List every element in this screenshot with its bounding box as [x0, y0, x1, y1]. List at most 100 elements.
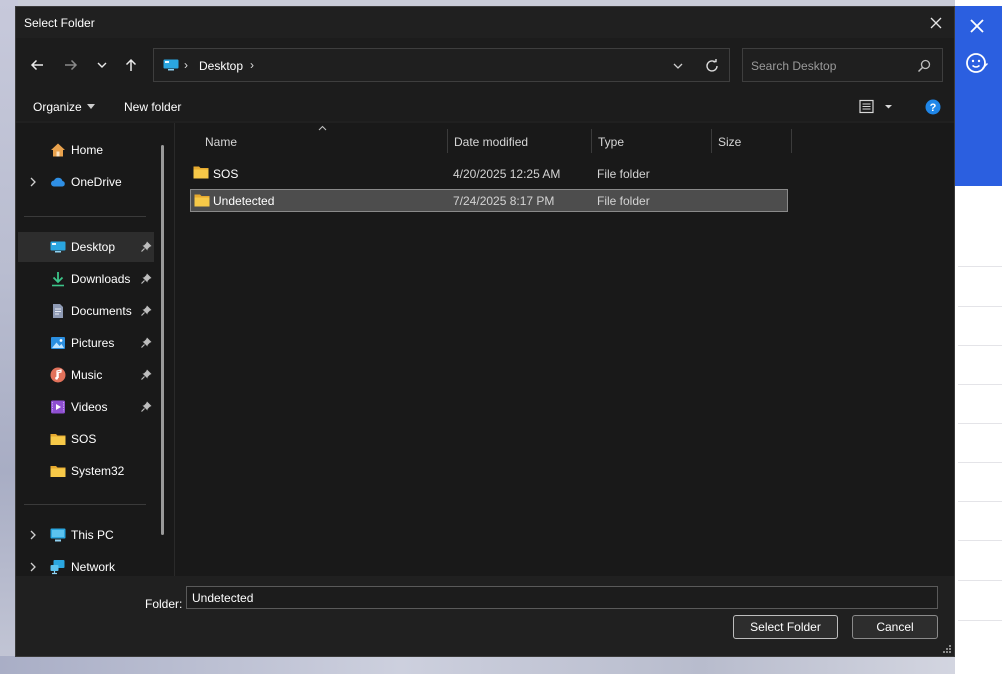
select-folder-button[interactable]: Select Folder	[733, 615, 838, 639]
sidebar-item-sos[interactable]: SOS	[18, 424, 154, 454]
sidebar-item-label: Home	[71, 143, 104, 157]
column-header-name[interactable]: Name	[175, 129, 447, 153]
sidebar-item-label: Pictures	[71, 336, 115, 350]
search-box[interactable]: Search Desktop	[742, 48, 943, 82]
organize-menu[interactable]: Organize	[33, 100, 95, 114]
divider	[958, 580, 1002, 581]
column-header-size[interactable]: Size	[712, 129, 791, 153]
sidebar-item-label: Documents	[71, 304, 132, 318]
navigation-pane: Home OneDrive Desktop Downloads Document…	[16, 123, 174, 576]
sidebar-item-documents[interactable]: Documents	[18, 296, 154, 326]
assistant-icon[interactable]	[965, 51, 989, 75]
pin-icon[interactable]	[141, 337, 152, 348]
close-button[interactable]	[924, 12, 948, 34]
file-date: 4/20/2025 12:25 AM	[453, 167, 561, 181]
command-bar: Organize New folder ?	[16, 93, 954, 121]
folder-icon	[193, 166, 209, 179]
recent-locations-button[interactable]	[90, 54, 114, 76]
video-icon	[51, 400, 65, 414]
divider	[958, 306, 1002, 307]
sidebar-item-this-pc[interactable]: This PC	[18, 520, 154, 550]
computer-icon	[50, 528, 66, 542]
close-icon	[930, 17, 942, 29]
chevron-down-icon[interactable]	[671, 59, 685, 73]
column-label-date: Date modified	[454, 135, 529, 149]
chevron-right-icon[interactable]	[28, 561, 38, 573]
arrow-up-icon	[125, 58, 137, 71]
pin-icon[interactable]	[141, 401, 152, 412]
home-icon	[51, 143, 65, 157]
new-folder-button[interactable]: New folder	[124, 100, 181, 114]
sidebar-item-label: System32	[71, 464, 125, 478]
folder-icon	[194, 194, 210, 207]
search-icon	[917, 59, 931, 73]
file-type: File folder	[597, 194, 650, 208]
pin-icon[interactable]	[141, 273, 152, 284]
dialog-title: Select Folder	[24, 16, 95, 30]
column-separator[interactable]	[791, 129, 792, 153]
sidebar-item-label: OneDrive	[71, 175, 122, 189]
organize-label: Organize	[33, 100, 82, 114]
sidebar-item-label: Downloads	[71, 272, 131, 286]
file-list: Name Date modified Type Size SOS 4/20/20…	[175, 123, 954, 576]
column-label-size: Size	[718, 135, 742, 149]
sidebar-item-label: SOS	[71, 432, 97, 446]
help-icon[interactable]: ?	[925, 99, 941, 115]
divider	[958, 345, 1002, 346]
chevron-right-icon[interactable]	[28, 176, 38, 188]
navigation-bar: › Desktop › Search Desktop	[16, 38, 954, 93]
forward-button[interactable]	[59, 54, 83, 76]
chevron-down-icon	[97, 62, 107, 68]
sidebar-divider	[24, 504, 146, 505]
sidebar-item-label: This PC	[71, 528, 114, 542]
file-date: 7/24/2025 8:17 PM	[453, 194, 555, 208]
close-icon[interactable]	[965, 14, 989, 38]
sidebar-item-label: Videos	[71, 400, 108, 414]
cloud-icon	[51, 177, 65, 187]
network-icon	[50, 560, 65, 575]
divider	[958, 462, 1002, 463]
resize-grip-icon[interactable]	[943, 645, 951, 653]
folder-name-input[interactable]	[186, 586, 938, 609]
back-button[interactable]	[25, 54, 49, 76]
sidebar-item-desktop[interactable]: Desktop	[18, 232, 154, 262]
folder-icon	[50, 466, 66, 477]
cancel-button[interactable]: Cancel	[852, 615, 938, 639]
sidebar-item-downloads[interactable]: Downloads	[18, 264, 154, 294]
sidebar-item-system32[interactable]: System32	[18, 456, 154, 486]
column-label-type: Type	[598, 135, 625, 149]
sidebar-item-label: Desktop	[71, 240, 116, 254]
breadcrumb-desktop[interactable]: Desktop	[199, 59, 243, 73]
desktop-wallpaper-bottom	[0, 656, 1002, 674]
picture-icon	[51, 337, 65, 349]
column-header-type[interactable]: Type	[592, 129, 711, 153]
up-button[interactable]	[119, 54, 143, 76]
sidebar-item-onedrive[interactable]: OneDrive	[18, 167, 154, 197]
address-bar[interactable]: › Desktop ›	[153, 48, 730, 82]
download-icon	[52, 272, 64, 287]
sidebar-item-videos[interactable]: Videos	[18, 392, 154, 422]
pin-icon[interactable]	[141, 305, 152, 316]
sidebar-item-pictures[interactable]: Pictures	[18, 328, 154, 358]
view-options-button[interactable]	[858, 99, 898, 115]
document-icon	[53, 304, 63, 318]
refresh-icon[interactable]	[704, 58, 720, 74]
file-name: Undetected	[213, 194, 275, 208]
file-row-undetected[interactable]: Undetected 7/24/2025 8:17 PM File folder	[190, 189, 788, 212]
chevron-right-icon[interactable]	[28, 529, 38, 541]
select-folder-dialog: Select Folder › Desktop › Search Desktop…	[15, 6, 955, 657]
divider	[958, 540, 1002, 541]
search-input[interactable]: Search Desktop	[751, 59, 836, 73]
sidebar-item-label: Network	[71, 560, 116, 574]
dialog-footer: Folder: Select Folder Cancel	[16, 576, 954, 656]
sidebar-item-music[interactable]: Music	[18, 360, 154, 390]
sidebar-item-home[interactable]: Home	[18, 135, 154, 165]
column-label-name: Name	[205, 135, 238, 149]
file-row-sos[interactable]: SOS 4/20/2025 12:25 AM File folder	[190, 162, 788, 185]
arrow-right-icon	[65, 59, 78, 71]
pin-icon[interactable]	[141, 241, 152, 252]
breadcrumb-chevron[interactable]: ›	[250, 58, 254, 72]
sidebar-scrollbar[interactable]	[161, 145, 164, 535]
column-header-date-modified[interactable]: Date modified	[448, 129, 591, 153]
pin-icon[interactable]	[141, 369, 152, 380]
